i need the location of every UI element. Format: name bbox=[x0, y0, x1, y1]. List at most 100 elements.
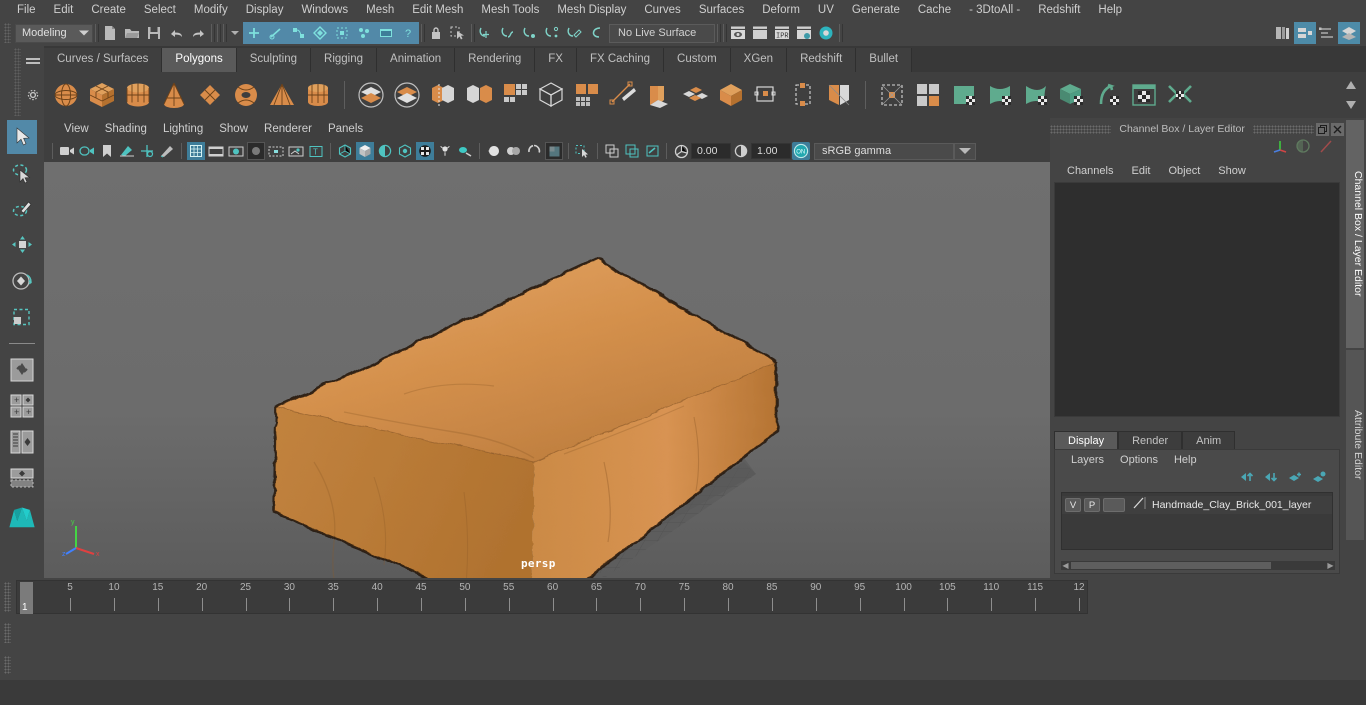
four-pane-layout[interactable]: + + + bbox=[7, 389, 37, 423]
menu-mesh[interactable]: Mesh bbox=[357, 2, 403, 18]
move-tool[interactable] bbox=[7, 228, 37, 262]
lasso-select-tool[interactable] bbox=[7, 156, 37, 190]
menu-edit-mesh[interactable]: Edit Mesh bbox=[403, 2, 472, 18]
poly-cylinder-icon[interactable] bbox=[122, 79, 154, 111]
move-layer-up-icon[interactable] bbox=[1240, 470, 1255, 488]
panel-grip-right[interactable] bbox=[1252, 124, 1315, 134]
uv-layout-icon[interactable] bbox=[1128, 79, 1160, 111]
time-slider-grip[interactable] bbox=[4, 582, 11, 612]
motion-blur-icon[interactable] bbox=[485, 142, 503, 160]
layer-tab-anim[interactable]: Anim bbox=[1182, 431, 1236, 450]
xray-icon[interactable] bbox=[545, 142, 563, 160]
command-line-grip[interactable] bbox=[4, 656, 11, 674]
automatic-map-icon[interactable] bbox=[1056, 79, 1088, 111]
layer-tab-display[interactable]: Display bbox=[1054, 431, 1119, 450]
layer-list-scrollbar[interactable]: ◀ ▶ bbox=[1061, 561, 1335, 570]
time-slider-cursor[interactable]: 1 bbox=[20, 582, 33, 614]
layer-shading-toggle[interactable] bbox=[1103, 498, 1125, 512]
layer-menu-help[interactable]: Help bbox=[1166, 453, 1205, 467]
2d-pan-zoom-icon[interactable] bbox=[138, 142, 156, 160]
layer-visibility-toggle[interactable]: V bbox=[1065, 498, 1081, 512]
multi-cut-icon[interactable] bbox=[751, 79, 783, 111]
target-weld-icon[interactable] bbox=[787, 79, 819, 111]
exposure-icon[interactable] bbox=[672, 142, 690, 160]
menu-mesh-tools[interactable]: Mesh Tools bbox=[472, 2, 548, 18]
shelf-tab-fx[interactable]: FX bbox=[535, 48, 577, 72]
mirror-icon[interactable] bbox=[823, 79, 855, 111]
layer-list[interactable]: V P Handmade_Clay_Brick_001_layer bbox=[1061, 492, 1333, 550]
uv-snapshot-icon[interactable] bbox=[1164, 79, 1196, 111]
new-layer-from-selected-icon[interactable] bbox=[1312, 470, 1327, 488]
menu-help[interactable]: Help bbox=[1089, 2, 1131, 18]
shelf-tab-menu-icon[interactable] bbox=[26, 58, 40, 60]
shadows-icon[interactable] bbox=[436, 142, 454, 160]
render-settings-icon[interactable] bbox=[793, 22, 815, 44]
poly-sphere-icon[interactable] bbox=[50, 79, 82, 111]
shelf-tab-custom[interactable]: Custom bbox=[664, 48, 731, 72]
menu-curves[interactable]: Curves bbox=[635, 2, 689, 18]
shelf-tab-xgen[interactable]: XGen bbox=[730, 48, 788, 72]
gate-mask-icon[interactable] bbox=[247, 142, 265, 160]
unfold-uv-icon[interactable] bbox=[1092, 79, 1124, 111]
axis-marker-icon[interactable] bbox=[1272, 138, 1288, 159]
snap-to-point-icon[interactable] bbox=[519, 22, 541, 44]
smooth-shade-icon[interactable] bbox=[356, 142, 374, 160]
shelf-tab-curves-surfaces[interactable]: Curves / Surfaces bbox=[44, 48, 163, 72]
scale-tool[interactable] bbox=[7, 300, 37, 334]
select-render-icon[interactable] bbox=[375, 22, 397, 44]
triangulate-icon[interactable] bbox=[607, 79, 639, 111]
extrude-icon[interactable] bbox=[715, 79, 747, 111]
shelf-tab-rigging[interactable]: Rigging bbox=[311, 48, 378, 72]
gear-icon[interactable] bbox=[27, 88, 39, 101]
select-misc-icon[interactable]: ? bbox=[397, 22, 419, 44]
menu-windows[interactable]: Windows bbox=[292, 2, 357, 18]
layer-menu-options[interactable]: Options bbox=[1112, 453, 1166, 467]
dock-tab-attribute-editor[interactable]: Attribute Editor bbox=[1346, 350, 1364, 540]
snap-to-curve-icon[interactable] bbox=[497, 22, 519, 44]
menu-redshift[interactable]: Redshift bbox=[1029, 2, 1089, 18]
menu-select[interactable]: Select bbox=[135, 2, 185, 18]
poly-cone-icon[interactable] bbox=[158, 79, 190, 111]
gamma-field[interactable]: 1.00 bbox=[751, 143, 791, 159]
script-editor-icon[interactable] bbox=[1316, 22, 1338, 44]
menu-display[interactable]: Display bbox=[237, 2, 293, 18]
ipr-render-icon[interactable]: IPR bbox=[771, 22, 793, 44]
single-pane-layout[interactable] bbox=[7, 353, 37, 387]
menu-mesh-display[interactable]: Mesh Display bbox=[548, 2, 635, 18]
layer-color-swatch-icon[interactable] bbox=[1131, 496, 1147, 515]
layer-playback-toggle[interactable]: P bbox=[1084, 498, 1100, 512]
live-surface-field[interactable]: No Live Surface bbox=[609, 23, 715, 43]
time-slider-track[interactable]: 5 10 15 20 25 30 35 40 45 50 55 60 65 70 75 80 85 90 95 100… bbox=[16, 580, 1088, 614]
color-management-icon[interactable]: ON bbox=[792, 142, 810, 160]
menu-surfaces[interactable]: Surfaces bbox=[690, 2, 753, 18]
hardware-texture-icon[interactable] bbox=[396, 142, 414, 160]
close-button[interactable] bbox=[1331, 122, 1344, 136]
select-by-hierarchy-icon[interactable] bbox=[243, 22, 265, 44]
scroll-left-icon[interactable]: ◀ bbox=[1061, 561, 1070, 570]
new-scene-icon[interactable] bbox=[99, 22, 121, 44]
move-layer-down-icon[interactable] bbox=[1264, 470, 1279, 488]
wireframe-icon[interactable] bbox=[336, 142, 354, 160]
select-dynamic-icon[interactable] bbox=[353, 22, 375, 44]
hypershade-persp-layout[interactable] bbox=[7, 461, 37, 495]
viewport-menu-renderer[interactable]: Renderer bbox=[256, 121, 320, 137]
boolean-union-icon[interactable] bbox=[355, 79, 387, 111]
select-handle-icon[interactable] bbox=[331, 22, 353, 44]
scroll-thumb[interactable] bbox=[1071, 562, 1271, 569]
menu-file[interactable]: File bbox=[8, 2, 45, 18]
menu-modify[interactable]: Modify bbox=[185, 2, 237, 18]
viewport-menu-shading[interactable]: Shading bbox=[97, 121, 155, 137]
hypershade-icon[interactable] bbox=[815, 22, 837, 44]
snap-to-grid-icon[interactable] bbox=[475, 22, 497, 44]
restore-button[interactable] bbox=[1316, 122, 1330, 136]
quadrangulate-icon[interactable] bbox=[643, 79, 675, 111]
select-by-object-icon[interactable] bbox=[265, 22, 287, 44]
grid-toggle-icon[interactable] bbox=[187, 142, 205, 160]
menu-generate[interactable]: Generate bbox=[843, 2, 909, 18]
status-line-grip[interactable] bbox=[4, 23, 11, 43]
snap-to-view-plane-icon[interactable] bbox=[563, 22, 585, 44]
select-tool[interactable] bbox=[7, 120, 37, 154]
make-live-icon[interactable] bbox=[585, 22, 607, 44]
bevel-icon[interactable] bbox=[679, 79, 711, 111]
channel-box-menu-show[interactable]: Show bbox=[1209, 164, 1255, 178]
